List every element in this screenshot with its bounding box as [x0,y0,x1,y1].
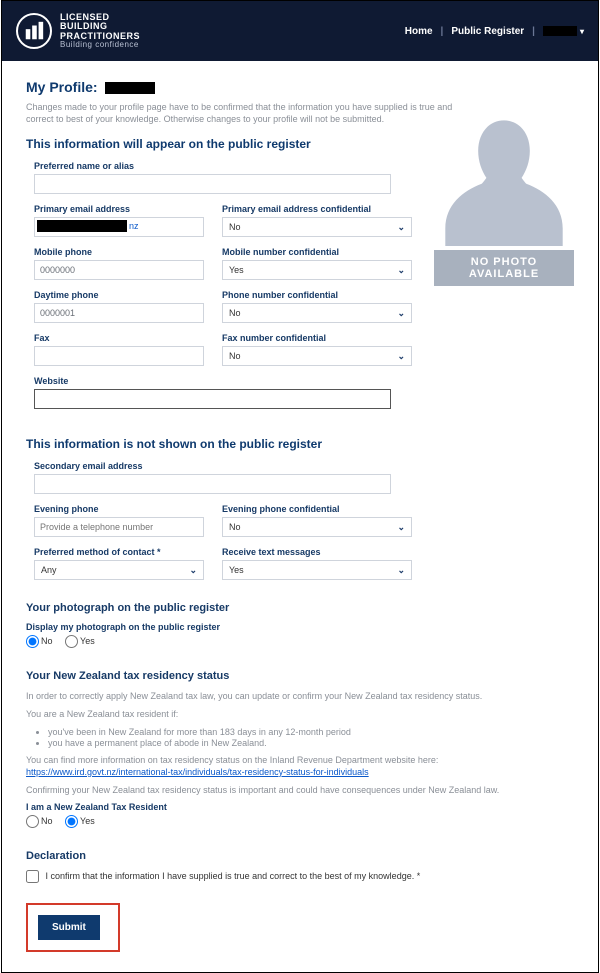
chevron-down-icon: ⌄ [397,308,405,319]
tax-p1: In order to correctly apply New Zealand … [26,690,574,702]
intro-text: Changes made to your profile page have t… [26,101,456,125]
tax-bullet-1: you've been in New Zealand for more than… [48,727,574,737]
mobile-conf-select[interactable]: Yes ⌄ [222,260,412,280]
fax-conf-label: Fax number confidential [222,333,412,343]
tax-p2: You are a New Zealand tax resident if: [26,708,574,720]
tax-no-label: No [41,816,53,826]
contact-method-select[interactable]: Any ⌄ [34,560,204,580]
tax-ird-link[interactable]: https://www.ird.govt.nz/international-ta… [26,767,369,777]
evening-conf-select[interactable]: No ⌄ [222,517,412,537]
chevron-down-icon: ⌄ [397,222,405,233]
primary-email-conf-value: No [229,222,241,232]
mobile-conf-label: Mobile number confidential [222,247,412,257]
fax-label: Fax [34,333,204,343]
phone-conf-value: No [229,308,241,318]
redacted-username [543,26,577,36]
top-nav: Home | Public Register | ▾ [405,26,584,37]
primary-email-label: Primary email address [34,204,204,214]
page-title-prefix: My Profile: [26,79,98,95]
top-bar: LICENSED BUILDING PRACTITIONERS Building… [2,1,598,61]
primary-email-conf-label: Primary email address confidential [222,204,412,214]
profile-photo-panel: NO PHOTO AVAILABLE [434,111,574,286]
display-photo-yes-label: Yes [80,636,95,646]
declaration-heading: Declaration [26,850,574,862]
evening-label: Evening phone [34,504,204,514]
nav-divider: | [532,26,535,37]
fax-input[interactable] [34,346,204,366]
tax-yes-label: Yes [80,816,95,826]
tax-yes-radio[interactable] [65,815,78,828]
no-photo-caption: NO PHOTO AVAILABLE [434,250,574,286]
receive-txt-label: Receive text messages [222,547,412,557]
daytime-label: Daytime phone [34,290,204,300]
primary-email-conf-select[interactable]: No ⌄ [222,217,412,237]
tax-bullet-2: you have a permanent place of abode in N… [48,738,574,748]
declaration-checkbox[interactable] [26,870,39,883]
daytime-input[interactable] [34,303,204,323]
tax-bullets: you've been in New Zealand for more than… [48,727,574,748]
nav-divider: | [441,26,444,37]
mobile-conf-value: Yes [229,265,244,275]
silhouette-icon [444,111,564,246]
website-label: Website [34,376,391,386]
nav-home[interactable]: Home [405,26,433,37]
tax-section-heading: Your New Zealand tax residency status [26,670,574,682]
chevron-down-icon: ⌄ [397,522,405,533]
chevron-down-icon: ⌄ [189,565,197,576]
tax-p4: Confirming your New Zealand tax residenc… [26,784,574,796]
tax-resident-radios: No Yes [26,815,574,828]
display-photo-no-radio[interactable] [26,635,39,648]
redacted-email [37,220,127,232]
tax-no-radio[interactable] [26,815,39,828]
chevron-down-icon: ⌄ [397,351,405,362]
display-photo-radios: No Yes [26,635,574,648]
tax-resident-question: I am a New Zealand Tax Resident [26,802,574,812]
receive-txt-value: Yes [229,565,244,575]
receive-txt-select[interactable]: Yes ⌄ [222,560,412,580]
preferred-name-label: Preferred name or alias [34,161,391,171]
phone-conf-label: Phone number confidential [222,290,412,300]
evening-conf-label: Evening phone confidential [222,504,412,514]
brand: LICENSED BUILDING PRACTITIONERS Building… [16,13,140,50]
chevron-down-icon: ▾ [580,27,584,36]
declaration-text: I confirm that the information I have su… [46,871,421,881]
tax-p3: You can find more information on tax res… [26,754,574,778]
secondary-email-label: Secondary email address [34,461,391,471]
chevron-down-icon: ⌄ [397,565,405,576]
redacted-profile-name [105,82,155,94]
brand-logo-icon [16,13,52,49]
display-photo-yes-radio[interactable] [65,635,78,648]
brand-text: LICENSED BUILDING PRACTITIONERS Building… [60,13,140,50]
page-title: My Profile: [26,79,574,95]
nav-user-menu[interactable]: ▾ [543,26,584,37]
display-photo-no-label: No [41,636,53,646]
evening-conf-value: No [229,522,241,532]
brand-tagline: Building confidence [60,41,140,49]
mobile-input[interactable] [34,260,204,280]
evening-input[interactable] [34,517,204,537]
submit-highlight-box: Submit [26,903,120,952]
nav-public-register[interactable]: Public Register [451,26,524,37]
photo-section-heading: Your photograph on the public register [26,602,574,614]
phone-conf-select[interactable]: No ⌄ [222,303,412,323]
website-input[interactable] [34,389,391,409]
secondary-email-input[interactable] [34,474,391,494]
declaration-row: I confirm that the information I have su… [26,870,574,883]
contact-method-label: Preferred method of contact * [34,547,204,557]
email-suffix: nz [129,221,139,231]
fax-conf-select[interactable]: No ⌄ [222,346,412,366]
submit-button[interactable]: Submit [38,915,100,940]
display-photo-question: Display my photograph on the public regi… [26,622,574,632]
tax-p3-pre: You can find more information on tax res… [26,755,438,765]
fax-conf-value: No [229,351,241,361]
chevron-down-icon: ⌄ [397,265,405,276]
preferred-name-input[interactable] [34,174,391,194]
contact-method-value: Any [41,565,57,575]
section-private-heading: This information is not shown on the pub… [26,437,574,451]
mobile-label: Mobile phone [34,247,204,257]
